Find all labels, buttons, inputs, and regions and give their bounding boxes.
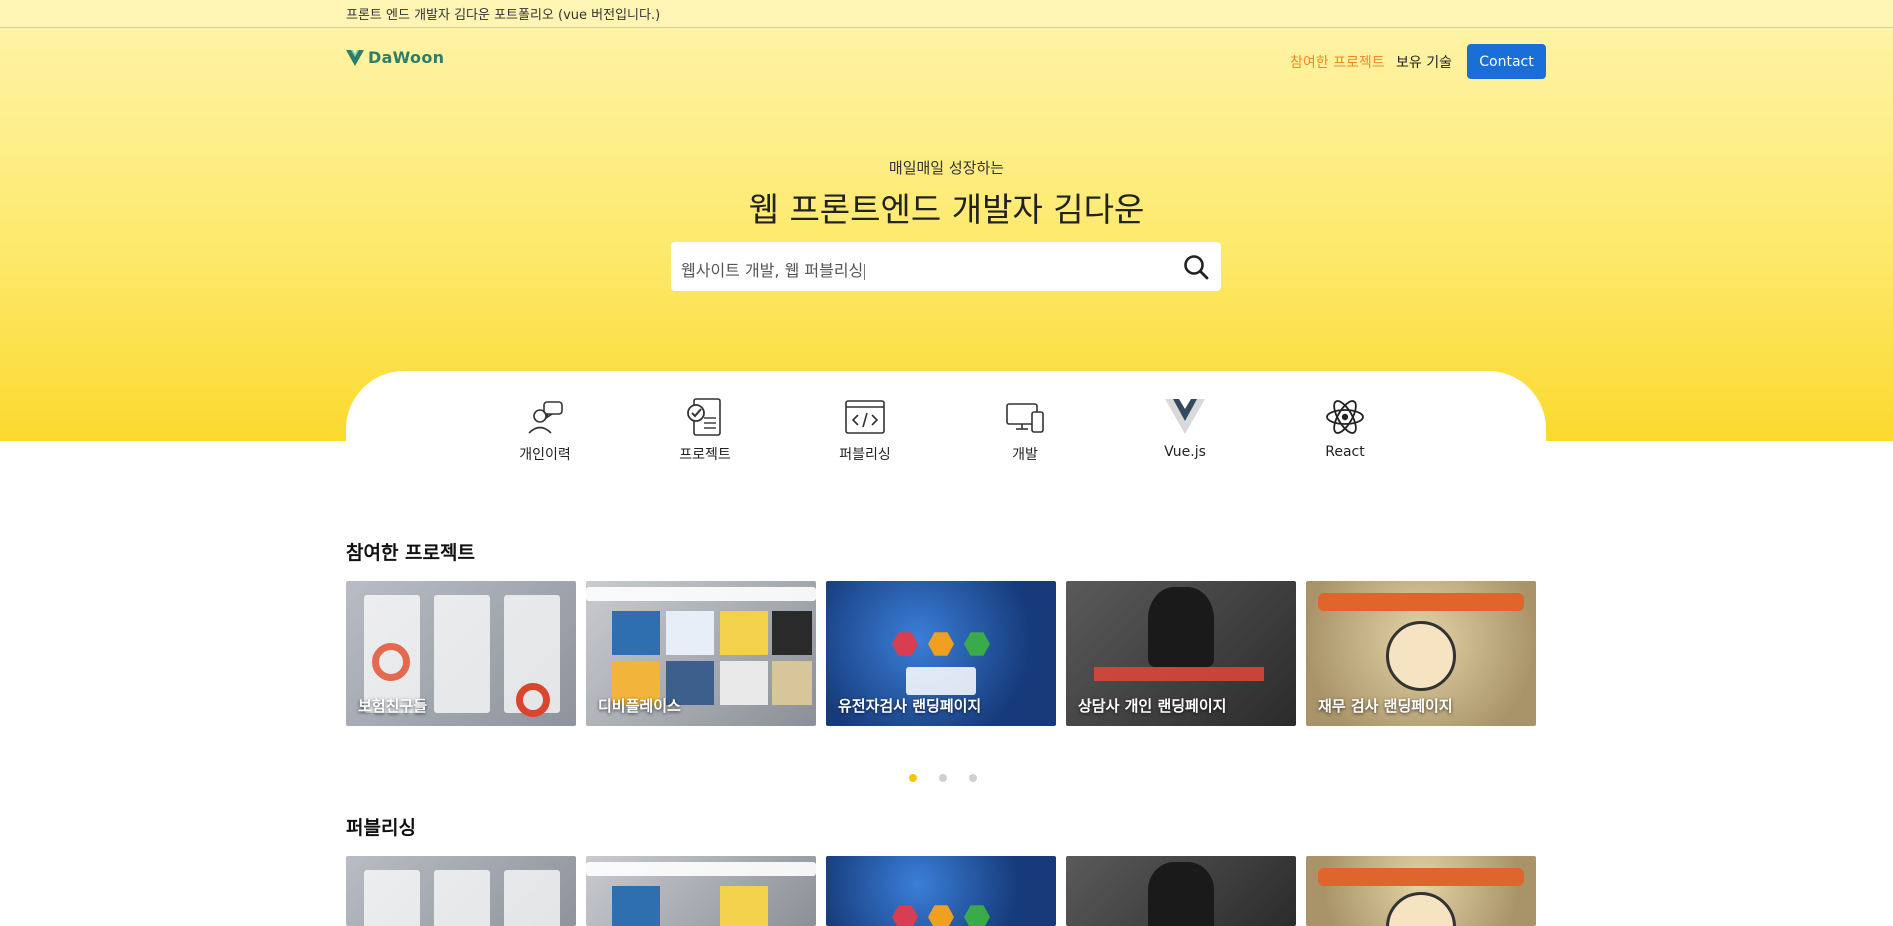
publishing-card[interactable] xyxy=(826,856,1056,926)
nav-link-projects[interactable]: 참여한 프로젝트 xyxy=(1290,52,1385,72)
nav-link-skills[interactable]: 보유 기술 xyxy=(1396,52,1452,72)
quick-item-react[interactable]: React xyxy=(1300,396,1390,460)
quick-item-label: React xyxy=(1325,444,1365,460)
project-card-title: 디비플레이스 xyxy=(598,697,681,715)
quick-item-development[interactable]: 개발 xyxy=(980,396,1070,464)
project-card-title: 유전자검사 랜딩페이지 xyxy=(838,697,982,715)
carousel-dot[interactable] xyxy=(969,774,977,782)
devices-icon xyxy=(1006,403,1044,433)
hero-title: 웹 프론트엔드 개발자 김다운 xyxy=(748,190,1145,229)
project-card-title: 상담사 개인 랜딩페이지 xyxy=(1078,697,1227,715)
quick-menu-panel: 개인이력 프로젝트 퍼블리싱 개발 Vue.js React xyxy=(346,371,1546,491)
search-icon[interactable] xyxy=(1183,254,1209,280)
contact-button[interactable]: Contact xyxy=(1467,44,1546,79)
carousel-dot-active[interactable] xyxy=(909,774,917,782)
project-card[interactable]: 유전자검사 랜딩페이지 xyxy=(826,581,1056,726)
publishing-card[interactable] xyxy=(1066,856,1296,926)
profile-chat-icon xyxy=(528,401,563,434)
react-atom-icon xyxy=(1326,400,1364,434)
quick-item-publishing[interactable]: 퍼블리싱 xyxy=(820,396,910,464)
project-card[interactable]: 보험친구들 xyxy=(346,581,576,726)
logo[interactable]: DaWoon xyxy=(346,48,444,67)
search-input[interactable]: 웹사이트 개발, 웹 퍼블리싱 xyxy=(681,257,866,281)
quick-item-vue[interactable]: Vue.js xyxy=(1140,396,1230,460)
project-card-title: 보험친구들 xyxy=(358,697,428,715)
project-card[interactable]: 디비플레이스 xyxy=(586,581,816,726)
top-announcement-bar: 프론트 엔드 개발자 김다운 포트폴리오 (vue 버전입니다.) xyxy=(0,0,1893,28)
hero-subtitle: 매일매일 성장하는 xyxy=(888,159,1005,177)
logo-v-icon xyxy=(346,49,364,66)
section-title-projects: 참여한 프로젝트 xyxy=(346,542,475,564)
quick-item-label: Vue.js xyxy=(1164,444,1206,460)
announcement-text: 프론트 엔드 개발자 김다운 포트폴리오 (vue 버전입니다.) xyxy=(346,8,661,23)
project-card[interactable]: 재무 검사 랜딩페이지 xyxy=(1306,581,1536,726)
carousel-pagination xyxy=(909,774,977,782)
quick-item-label: 개발 xyxy=(1012,447,1038,463)
publishing-card[interactable] xyxy=(1306,856,1536,926)
checklist-icon xyxy=(687,398,721,436)
section-title-publishing: 퍼블리싱 xyxy=(346,817,416,839)
quick-item-projects[interactable]: 프로젝트 xyxy=(660,396,750,464)
project-card[interactable]: 상담사 개인 랜딩페이지 xyxy=(1066,581,1296,726)
carousel-dot[interactable] xyxy=(939,774,947,782)
vue-logo-icon xyxy=(1165,399,1205,434)
publishing-card[interactable] xyxy=(346,856,576,926)
quick-item-label: 프로젝트 xyxy=(679,447,731,463)
project-card-title: 재무 검사 랜딩페이지 xyxy=(1318,697,1453,715)
quick-item-label: 개인이력 xyxy=(519,447,571,463)
code-window-icon xyxy=(845,400,885,434)
quick-item-label: 퍼블리싱 xyxy=(839,447,891,463)
search-box[interactable]: 웹사이트 개발, 웹 퍼블리싱 xyxy=(671,242,1221,291)
quick-item-resume[interactable]: 개인이력 xyxy=(500,396,590,464)
logo-text: DaWoon xyxy=(368,48,445,67)
publishing-card[interactable] xyxy=(586,856,816,926)
